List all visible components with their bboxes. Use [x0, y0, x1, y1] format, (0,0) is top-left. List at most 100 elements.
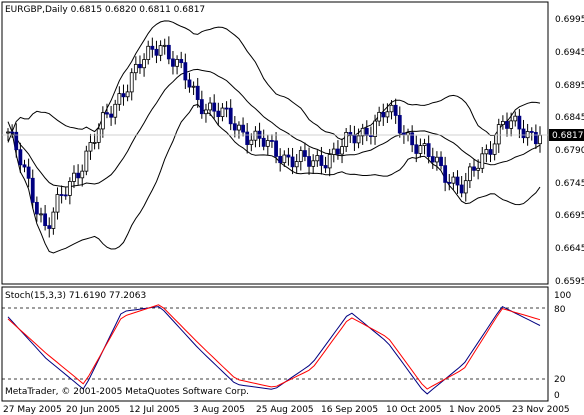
candle-body	[241, 124, 245, 133]
candle-body	[492, 143, 497, 155]
time-tick: 23 Nov 2005	[512, 405, 570, 415]
candle-body	[377, 111, 382, 122]
candle-body	[381, 111, 386, 118]
candle-body	[10, 131, 15, 134]
time-tick: 27 May 2005	[3, 405, 62, 415]
candle-body	[352, 134, 357, 144]
candle-body	[138, 63, 142, 69]
candle-body	[59, 194, 64, 196]
time-axis: 27 May 2005 20 Jun 2005 12 Jul 2005 3 Au…	[3, 405, 570, 415]
stoch-tick-20: 20	[554, 375, 566, 385]
candle-body	[92, 141, 97, 144]
candle-body	[315, 155, 320, 162]
candle-body	[336, 148, 340, 155]
candle-body	[39, 213, 43, 216]
candle-body	[369, 134, 373, 137]
trading-chart-window[interactable]: EURGBP,Daily 0.6815 0.6820 0.6811 0.6817…	[0, 0, 584, 415]
candle-body	[216, 110, 221, 118]
candle-body	[373, 120, 377, 137]
candle-body	[274, 140, 278, 157]
candle-body	[146, 45, 151, 60]
candle-body	[63, 194, 68, 197]
candle-body	[538, 134, 542, 145]
candle-body	[84, 150, 89, 172]
price-axis: 0.6995 0.6945 0.6895 0.6845 0.6790 0.674…	[555, 15, 584, 287]
candle-body	[422, 143, 427, 146]
candle-body	[484, 149, 489, 155]
candle-body	[525, 131, 530, 139]
candle-body	[142, 59, 146, 69]
candle-body	[150, 45, 155, 50]
candle-body	[154, 48, 159, 56]
candle-body	[109, 113, 114, 118]
candle-body	[476, 167, 481, 171]
candle-body	[220, 107, 225, 118]
candle-body	[43, 213, 48, 227]
candle-body	[298, 150, 303, 162]
candle-body	[480, 153, 485, 169]
price-tick: 0.6645	[555, 244, 584, 254]
candle-body	[307, 156, 311, 167]
candle-body	[113, 103, 118, 118]
candle-body	[100, 112, 105, 130]
candle-body	[418, 145, 423, 154]
current-price-label: 0.6817	[552, 131, 584, 141]
candle-body	[162, 44, 167, 47]
candle-body	[80, 170, 85, 179]
candle-body	[232, 123, 237, 131]
candle-body	[245, 131, 250, 145]
candle-body	[327, 154, 332, 169]
candle-body	[294, 161, 299, 168]
candle-body	[455, 176, 460, 186]
stoch-tick-80: 80	[554, 305, 566, 315]
candle-body	[270, 140, 274, 142]
candle-body	[414, 144, 419, 154]
candle-body	[47, 225, 52, 229]
candle-body	[55, 194, 60, 213]
candle-body	[439, 156, 443, 167]
candle-body	[529, 131, 534, 133]
candle-body	[253, 130, 258, 141]
candle-body	[158, 45, 163, 56]
stoch-tick-100: 100	[554, 291, 571, 301]
stoch-header: Stoch(15,3,3) 71.6190 77.2063	[5, 291, 146, 301]
time-tick: 12 Jul 2005	[129, 405, 180, 415]
candle-body	[426, 143, 431, 157]
price-tick: 0.6595	[555, 277, 584, 287]
candle-body	[434, 156, 439, 163]
stoch-tick-0: 0	[554, 391, 560, 401]
candle-body	[488, 149, 493, 155]
candle-body	[397, 115, 402, 134]
candle-body	[199, 99, 204, 115]
candle-body	[224, 107, 229, 110]
candle-body	[496, 124, 501, 145]
candle-body	[187, 79, 192, 88]
time-tick: 16 Sep 2005	[321, 405, 378, 415]
candle-body	[175, 59, 179, 67]
candle-body	[340, 146, 344, 155]
candle-body	[76, 172, 81, 179]
candle-body	[463, 180, 468, 194]
candle-body	[34, 201, 39, 215]
candle-body	[18, 149, 23, 166]
candle-body	[105, 112, 109, 115]
copyright-text: MetaTrader, © 2001-2005 MetaQuotes Softw…	[5, 387, 249, 397]
candle-body	[30, 177, 35, 203]
candle-body	[521, 128, 526, 139]
candle-body	[443, 165, 448, 183]
candle-body	[290, 156, 295, 168]
candle-body	[517, 115, 522, 130]
stoch-chart-frame	[1, 286, 549, 402]
candle-body	[509, 120, 514, 129]
candle-body	[344, 132, 349, 147]
candle-body	[249, 139, 254, 145]
candle-body	[72, 172, 76, 182]
candle-body	[467, 166, 472, 182]
candle-body	[6, 131, 10, 134]
candle-body	[447, 181, 452, 184]
candle-body	[505, 121, 509, 129]
candle-body	[513, 115, 518, 122]
candle-body	[348, 132, 353, 136]
price-tick: 0.6695	[555, 211, 584, 221]
candle-body	[311, 160, 316, 167]
